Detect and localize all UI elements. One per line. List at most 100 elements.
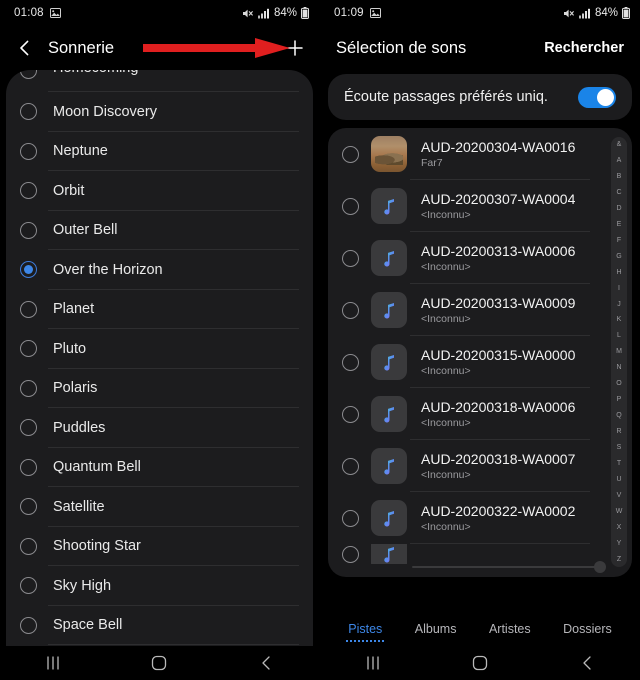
ringtone-list-item[interactable]: Shooting Star xyxy=(6,527,313,566)
ringtone-list-item[interactable]: Over the Horizon xyxy=(6,250,313,290)
scroll-thumb[interactable] xyxy=(594,561,606,573)
radio-button[interactable] xyxy=(20,616,37,634)
ringtone-list-item[interactable]: Puddles xyxy=(6,408,313,448)
track-meta: AUD-20200322-WA0002 <Inconnu> xyxy=(421,503,575,533)
index-letter[interactable]: N xyxy=(616,364,621,371)
index-letter[interactable]: L xyxy=(617,332,621,339)
recents-icon[interactable] xyxy=(358,652,388,674)
index-letter[interactable]: U xyxy=(616,476,621,483)
radio-button[interactable] xyxy=(20,70,37,79)
index-letter[interactable]: R xyxy=(616,428,621,435)
ringtone-list-item[interactable]: Pluto xyxy=(6,329,313,369)
index-letter[interactable]: Y xyxy=(617,540,622,547)
radio-button[interactable] xyxy=(342,405,359,423)
index-letter[interactable]: O xyxy=(616,380,621,387)
track-list-item[interactable]: AUD-20200313-WA0009 <Inconnu> xyxy=(328,284,632,336)
scroll-track[interactable] xyxy=(412,561,606,573)
list-item-partial[interactable]: Homecoming xyxy=(6,70,313,92)
left-panel-ringtone-picker: 01:08 84% Sonnerie Moon Discovery Neptun… xyxy=(0,0,320,680)
radio-button[interactable] xyxy=(20,142,37,160)
tab-albums[interactable]: Albums xyxy=(413,620,459,642)
ringtone-list-item[interactable]: Polaris xyxy=(6,369,313,408)
radio-button[interactable] xyxy=(20,300,37,318)
index-letter[interactable]: V xyxy=(617,492,622,499)
ringtone-list-item[interactable]: Moon Discovery xyxy=(6,92,313,132)
track-list-item[interactable]: AUD-20200313-WA0006 <Inconnu> xyxy=(328,232,632,284)
favorites-only-toggle-row[interactable]: Écoute passages préférés uniq. xyxy=(328,74,632,120)
ringtone-list-item[interactable]: Space Bell xyxy=(6,606,313,645)
track-artist: <Inconnu> xyxy=(421,521,471,533)
ringtone-list-item[interactable]: Satellite xyxy=(6,487,313,527)
radio-button[interactable] xyxy=(342,145,359,163)
radio-button[interactable] xyxy=(342,353,359,371)
index-letter[interactable]: Q xyxy=(616,412,621,419)
home-icon[interactable] xyxy=(465,652,495,674)
tab-artistes[interactable]: Artistes xyxy=(487,620,533,642)
alphabet-index-scrollbar[interactable]: & A B C D E F G H I J K L M N O P Q R S T U V W X Y Z xyxy=(611,137,627,567)
index-letter[interactable]: H xyxy=(616,269,621,276)
ringtone-label: Outer Bell xyxy=(53,222,118,239)
home-icon[interactable] xyxy=(144,652,174,674)
radio-button[interactable] xyxy=(20,498,37,516)
index-letter[interactable]: A xyxy=(617,157,622,164)
back-chevron-icon[interactable] xyxy=(14,37,36,59)
ringtone-list-item[interactable]: Orbit xyxy=(6,171,313,211)
index-letter[interactable]: Z xyxy=(617,556,621,563)
index-letter[interactable]: C xyxy=(616,189,621,196)
radio-button[interactable] xyxy=(342,249,359,267)
radio-button[interactable] xyxy=(20,537,37,555)
back-icon[interactable] xyxy=(572,652,602,674)
tab-pistes[interactable]: Pistes xyxy=(346,620,385,642)
track-list-item[interactable]: AUD-20200315-WA0000 <Inconnu> xyxy=(328,336,632,388)
index-letter[interactable]: G xyxy=(616,253,621,260)
radio-button[interactable] xyxy=(20,340,37,358)
index-letter[interactable]: K xyxy=(617,316,622,323)
radio-button[interactable] xyxy=(342,509,359,527)
radio-button[interactable] xyxy=(20,577,37,595)
radio-button[interactable] xyxy=(342,301,359,319)
ringtone-list-item[interactable]: Planet xyxy=(6,290,313,329)
index-letter[interactable]: & xyxy=(617,141,622,148)
ringtone-list-item[interactable]: Sky High xyxy=(6,566,313,606)
index-letter[interactable]: F xyxy=(617,237,621,244)
ringtone-label: Orbit xyxy=(53,182,85,199)
index-letter[interactable]: M xyxy=(616,348,622,355)
track-list-item[interactable]: AUD-20200322-WA0002 <Inconnu> xyxy=(328,492,632,544)
track-list-item[interactable]: AUD-20200304-WA0016 Far7 xyxy=(328,128,632,180)
ringtone-list-item[interactable]: Quantum Bell xyxy=(6,448,313,487)
index-letter[interactable]: I xyxy=(618,285,620,292)
radio-button[interactable] xyxy=(20,379,37,397)
radio-button[interactable] xyxy=(342,197,359,215)
radio-button[interactable] xyxy=(20,182,37,200)
app-bar-left: Sonnerie xyxy=(0,26,319,70)
toggle-switch[interactable] xyxy=(578,86,616,108)
plus-icon[interactable] xyxy=(285,38,305,58)
tab-dossiers[interactable]: Dossiers xyxy=(561,620,614,642)
index-letter[interactable]: E xyxy=(617,221,622,228)
track-list-item[interactable]: AUD-20200318-WA0006 <Inconnu> xyxy=(328,388,632,440)
radio-button[interactable] xyxy=(20,221,37,239)
ringtone-list-item[interactable]: Neptune xyxy=(6,132,313,171)
radio-button[interactable] xyxy=(20,458,37,476)
radio-button[interactable] xyxy=(342,457,359,475)
index-letter[interactable]: X xyxy=(617,524,622,531)
radio-button[interactable] xyxy=(20,103,37,121)
index-letter[interactable]: P xyxy=(617,396,622,403)
track-artist: Far7 xyxy=(421,157,443,169)
index-letter[interactable]: J xyxy=(617,301,621,308)
index-letter[interactable]: S xyxy=(617,444,622,451)
track-list-item[interactable]: AUD-20200307-WA0004 <Inconnu> xyxy=(328,180,632,232)
index-letter[interactable]: T xyxy=(617,460,621,467)
search-button[interactable]: Rechercher xyxy=(544,40,624,56)
ringtone-list-item[interactable]: Outer Bell xyxy=(6,211,313,250)
track-list-item[interactable]: AUD-20200318-WA0007 <Inconnu> xyxy=(328,440,632,492)
radio-button[interactable] xyxy=(342,545,359,563)
back-icon[interactable] xyxy=(251,652,281,674)
radio-button-selected[interactable] xyxy=(20,261,37,279)
radio-button[interactable] xyxy=(20,419,37,437)
recents-icon[interactable] xyxy=(38,652,68,674)
index-letter[interactable]: D xyxy=(616,205,621,212)
track-list-item-partial[interactable] xyxy=(328,544,632,564)
index-letter[interactable]: W xyxy=(616,508,623,515)
index-letter[interactable]: B xyxy=(617,173,622,180)
